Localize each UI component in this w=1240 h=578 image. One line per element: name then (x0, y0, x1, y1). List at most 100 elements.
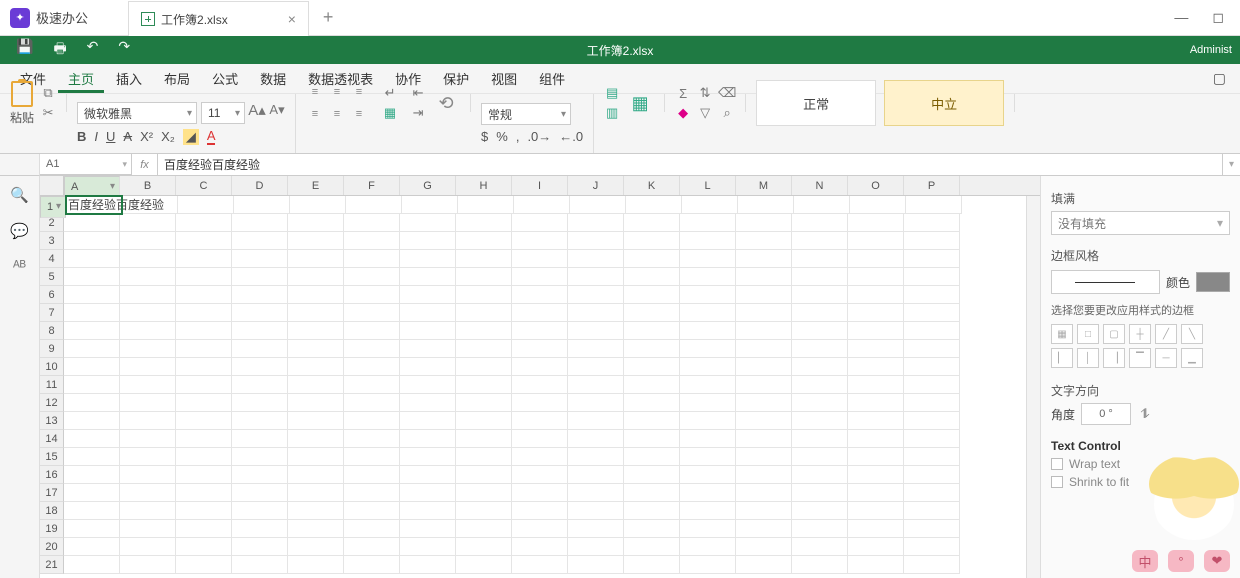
cell-M2[interactable] (736, 214, 792, 232)
cell-G15[interactable] (400, 448, 456, 466)
cell-H19[interactable] (456, 520, 512, 538)
cell-H20[interactable] (456, 538, 512, 556)
spellcheck-icon[interactable]: ᴬᴮ (13, 258, 26, 275)
cell-K19[interactable] (624, 520, 680, 538)
cell-H12[interactable] (456, 394, 512, 412)
cell-A20[interactable] (64, 538, 120, 556)
cell-E8[interactable] (288, 322, 344, 340)
cell-L5[interactable] (680, 268, 736, 286)
cell-J3[interactable] (568, 232, 624, 250)
italic-button[interactable]: I (94, 129, 98, 144)
cell-J5[interactable] (568, 268, 624, 286)
cell-K3[interactable] (624, 232, 680, 250)
menu-主页[interactable]: 主页 (58, 65, 104, 93)
cell-E11[interactable] (288, 376, 344, 394)
column-header-B[interactable]: B (120, 176, 176, 195)
cell-L1[interactable] (682, 196, 738, 214)
cell-H6[interactable] (456, 286, 512, 304)
cell-K6[interactable] (624, 286, 680, 304)
column-header-N[interactable]: N (792, 176, 848, 195)
fill-select[interactable]: 没有填充 (1051, 211, 1230, 235)
cell-I17[interactable] (512, 484, 568, 502)
cell-H2[interactable] (456, 214, 512, 232)
mascot-button-1[interactable]: 中 (1132, 550, 1158, 572)
column-header-F[interactable]: F (344, 176, 400, 195)
cell-L6[interactable] (680, 286, 736, 304)
cell-C21[interactable] (176, 556, 232, 574)
cell-K14[interactable] (624, 430, 680, 448)
cell-K15[interactable] (624, 448, 680, 466)
cell-C3[interactable] (176, 232, 232, 250)
cell-C17[interactable] (176, 484, 232, 502)
align-top-left-icon[interactable]: ≡ (306, 83, 324, 101)
cell-D15[interactable] (232, 448, 288, 466)
cell-M21[interactable] (736, 556, 792, 574)
row-header-3[interactable]: 3 (40, 232, 64, 250)
column-header-I[interactable]: I (512, 176, 568, 195)
cell-O4[interactable] (848, 250, 904, 268)
cell-I18[interactable] (512, 502, 568, 520)
cell-A15[interactable] (64, 448, 120, 466)
menu-数据[interactable]: 数据 (250, 65, 296, 92)
cell-F4[interactable] (344, 250, 400, 268)
column-header-O[interactable]: O (848, 176, 904, 195)
insert-cells-icon[interactable]: ▤ (604, 85, 620, 101)
cell-M8[interactable] (736, 322, 792, 340)
strike-button[interactable]: A (123, 129, 132, 144)
row-header-19[interactable]: 19 (40, 520, 64, 538)
cell-E4[interactable] (288, 250, 344, 268)
cell-F16[interactable] (344, 466, 400, 484)
cell-D18[interactable] (232, 502, 288, 520)
cell-M18[interactable] (736, 502, 792, 520)
cell-O12[interactable] (848, 394, 904, 412)
bold-button[interactable]: B (77, 129, 86, 144)
angle-input[interactable] (1081, 403, 1131, 425)
column-header-E[interactable]: E (288, 176, 344, 195)
cell-A2[interactable] (64, 214, 120, 232)
cell-P18[interactable] (904, 502, 960, 520)
column-header-H[interactable]: H (456, 176, 512, 195)
cell-P16[interactable] (904, 466, 960, 484)
cell-K18[interactable] (624, 502, 680, 520)
cell-E2[interactable] (288, 214, 344, 232)
cell-F8[interactable] (344, 322, 400, 340)
decrease-decimal-icon[interactable]: ←.0 (559, 129, 583, 144)
cell-E5[interactable] (288, 268, 344, 286)
cell-B14[interactable] (120, 430, 176, 448)
cell-O20[interactable] (848, 538, 904, 556)
select-all-corner[interactable] (40, 176, 64, 195)
cell-E17[interactable] (288, 484, 344, 502)
cell-N17[interactable] (792, 484, 848, 502)
cell-L19[interactable] (680, 520, 736, 538)
cell-style-normal[interactable]: 正常 (756, 80, 876, 126)
cell-H10[interactable] (456, 358, 512, 376)
cell-O3[interactable] (848, 232, 904, 250)
cell-N1[interactable] (794, 196, 850, 214)
cell-B17[interactable] (120, 484, 176, 502)
cell-B9[interactable] (120, 340, 176, 358)
cell-I12[interactable] (512, 394, 568, 412)
border-outer-icon[interactable]: ▢ (1103, 324, 1125, 344)
cell-E21[interactable] (288, 556, 344, 574)
cell-C13[interactable] (176, 412, 232, 430)
cell-N18[interactable] (792, 502, 848, 520)
angle-stepper[interactable]: ⥮ (1137, 406, 1153, 422)
cell-O2[interactable] (848, 214, 904, 232)
cell-A16[interactable] (64, 466, 120, 484)
cell-G9[interactable] (400, 340, 456, 358)
cell-A11[interactable] (64, 376, 120, 394)
comma-icon[interactable]: , (516, 129, 520, 144)
cell-D14[interactable] (232, 430, 288, 448)
cell-M14[interactable] (736, 430, 792, 448)
cell-H4[interactable] (456, 250, 512, 268)
cell-C9[interactable] (176, 340, 232, 358)
cell-F17[interactable] (344, 484, 400, 502)
cell-H21[interactable] (456, 556, 512, 574)
cell-L20[interactable] (680, 538, 736, 556)
cell-I10[interactable] (512, 358, 568, 376)
cell-B16[interactable] (120, 466, 176, 484)
find-icon[interactable]: ⌕ (719, 105, 735, 121)
close-tab-icon[interactable]: × (288, 11, 296, 27)
filter-icon[interactable]: ▽ (697, 105, 713, 121)
cell-B20[interactable] (120, 538, 176, 556)
